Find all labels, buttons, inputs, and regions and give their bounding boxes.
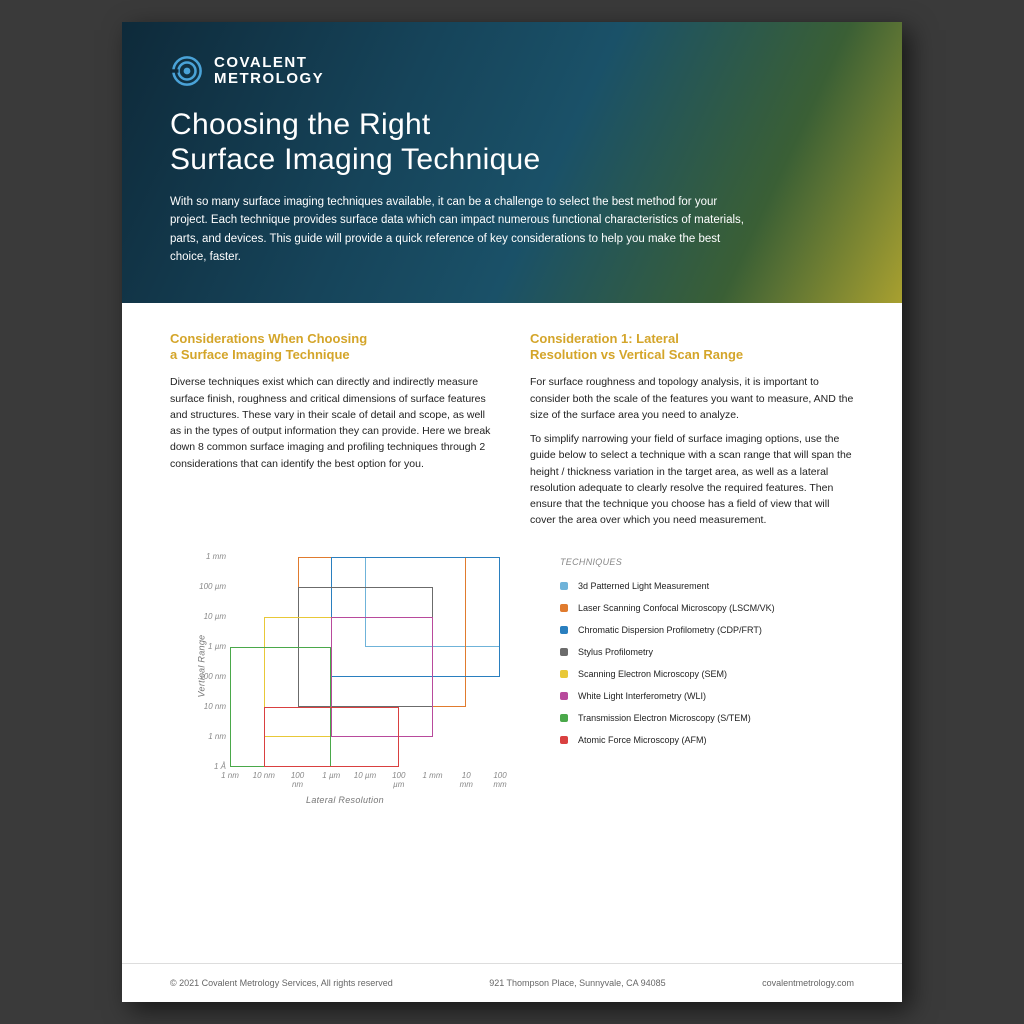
y-tick: 1 nm: [188, 732, 226, 741]
column-right: Consideration 1: Lateral Resolution vs V…: [530, 331, 854, 537]
legend-item: 3d Patterned Light Measurement: [560, 581, 854, 591]
y-tick: 100 nm: [188, 672, 226, 681]
legend-item: White Light Interferometry (WLI): [560, 691, 854, 701]
footer-url: covalentmetrology.com: [762, 978, 854, 988]
document-page: COVALENT METROLOGY Choosing the Right Su…: [122, 22, 902, 1002]
legend-swatch: [560, 626, 568, 634]
y-tick: 10 nm: [188, 702, 226, 711]
legend-label: 3d Patterned Light Measurement: [578, 581, 709, 591]
legend-item: Atomic Force Microscopy (AFM): [560, 735, 854, 745]
legend-swatch: [560, 604, 568, 612]
column-left: Considerations When Choosing a Surface I…: [170, 331, 494, 537]
legend-item: Stylus Profilometry: [560, 647, 854, 657]
x-tick: 10 µm: [353, 771, 377, 780]
plot-area: [230, 557, 500, 767]
legend-title: TECHNIQUES: [560, 557, 854, 567]
legend-item: Scanning Electron Microscopy (SEM): [560, 669, 854, 679]
logo-text: COVALENT METROLOGY: [214, 55, 324, 87]
y-tick: 10 µm: [188, 612, 226, 621]
right-heading: Consideration 1: Lateral Resolution vs V…: [530, 331, 854, 365]
brand-line2: METROLOGY: [214, 71, 324, 87]
chart-section: Vertical Range Lateral Resolution 1 nm10…: [170, 551, 854, 953]
x-tick: 100 µm: [387, 771, 411, 789]
legend-label: Transmission Electron Microscopy (S/TEM): [578, 713, 751, 723]
legend-swatch: [560, 736, 568, 744]
x-tick: 10 mm: [454, 771, 478, 789]
legend-label: Stylus Profilometry: [578, 647, 653, 657]
technique-rect: [264, 707, 399, 767]
footer-copyright: © 2021 Covalent Metrology Services, All …: [170, 978, 393, 988]
logo-icon: [170, 54, 204, 88]
x-axis-label: Lateral Resolution: [170, 795, 520, 805]
chart-legend: TECHNIQUES 3d Patterned Light Measuremen…: [520, 551, 854, 757]
legend-swatch: [560, 692, 568, 700]
title-line1: Choosing the Right: [170, 108, 431, 141]
x-tick: 100 nm: [286, 771, 310, 789]
two-columns: Considerations When Choosing a Surface I…: [170, 331, 854, 537]
y-tick: 1 Å: [188, 762, 226, 771]
logo: COVALENT METROLOGY: [170, 54, 854, 88]
left-heading: Considerations When Choosing a Surface I…: [170, 331, 494, 365]
y-tick: 100 µm: [188, 582, 226, 591]
brand-line1: COVALENT: [214, 55, 324, 71]
legend-label: Scanning Electron Microscopy (SEM): [578, 669, 727, 679]
right-paragraph-2: To simplify narrowing your field of surf…: [530, 431, 854, 529]
legend-item: Laser Scanning Confocal Microscopy (LSCM…: [560, 603, 854, 613]
x-tick: 10 nm: [252, 771, 276, 780]
legend-item: Transmission Electron Microscopy (S/TEM): [560, 713, 854, 723]
legend-swatch: [560, 648, 568, 656]
body-content: Considerations When Choosing a Surface I…: [122, 303, 902, 963]
legend-item: Chromatic Dispersion Profilometry (CDP/F…: [560, 625, 854, 635]
left-paragraph: Diverse techniques exist which can direc…: [170, 374, 494, 472]
legend-label: Laser Scanning Confocal Microscopy (LSCM…: [578, 603, 775, 613]
legend-label: Chromatic Dispersion Profilometry (CDP/F…: [578, 625, 762, 635]
legend-swatch: [560, 670, 568, 678]
legend-label: Atomic Force Microscopy (AFM): [578, 735, 707, 745]
y-tick: 1 µm: [188, 642, 226, 651]
y-tick: 1 mm: [188, 552, 226, 561]
x-tick: 100 mm: [488, 771, 512, 789]
legend-swatch: [560, 714, 568, 722]
legend-label: White Light Interferometry (WLI): [578, 691, 706, 701]
x-tick: 1 mm: [421, 771, 445, 780]
legend-swatch: [560, 582, 568, 590]
footer: © 2021 Covalent Metrology Services, All …: [122, 963, 902, 1002]
footer-address: 921 Thompson Place, Sunnyvale, CA 94085: [489, 978, 665, 988]
right-paragraph-1: For surface roughness and topology analy…: [530, 374, 854, 423]
title-line2: Surface Imaging Technique: [170, 143, 541, 176]
page-title: Choosing the Right Surface Imaging Techn…: [170, 108, 854, 177]
x-tick: 1 nm: [218, 771, 242, 780]
intro-paragraph: With so many surface imaging techniques …: [170, 193, 750, 267]
header-banner: COVALENT METROLOGY Choosing the Right Su…: [122, 22, 902, 303]
legend-items: 3d Patterned Light Measurement Laser Scan…: [560, 581, 854, 745]
x-tick: 1 µm: [319, 771, 343, 780]
chart-plot: Vertical Range Lateral Resolution 1 nm10…: [170, 551, 520, 811]
